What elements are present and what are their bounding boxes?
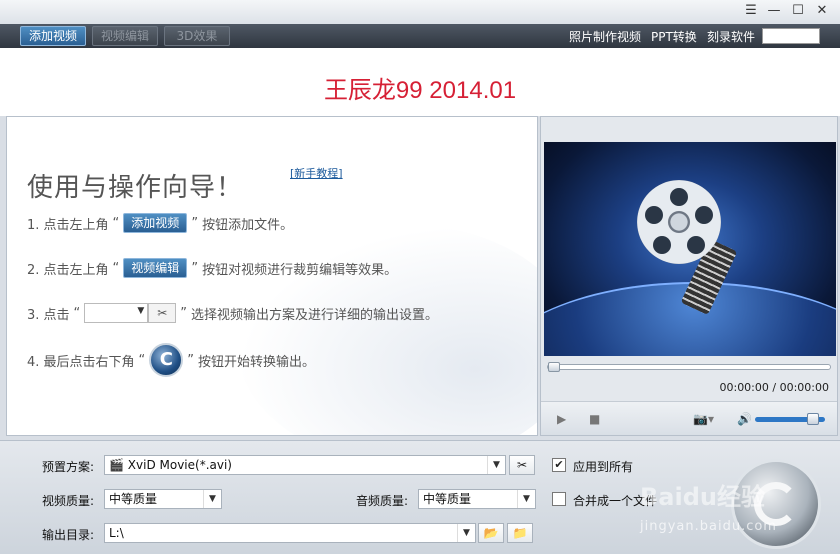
playback-controls: ▶ ■ 📷▾ 🔊: [541, 401, 837, 435]
close-icon[interactable]: ✕: [811, 2, 833, 20]
step-3-preset-dropdown[interactable]: ▼: [84, 303, 149, 323]
title-bar: ☰ — ☐ ✕: [0, 0, 840, 24]
film-reel-icon: [637, 180, 721, 264]
audio-quality-value: 中等质量: [423, 492, 472, 506]
add-video-button[interactable]: 添加视频: [20, 26, 86, 46]
burn-software-link[interactable]: 刻录软件: [707, 28, 755, 45]
photo-video-link[interactable]: 照片制作视频: [569, 28, 641, 45]
edit-video-button[interactable]: 视频编辑: [92, 26, 158, 46]
preview-panel: 00:00:00 / 00:00:00 ▶ ■ 📷▾ 🔊: [540, 116, 838, 436]
toolbar: 添加视频 视频编辑 3D效果 照片制作视频 PPT转换 刻录软件: [0, 24, 840, 48]
video-quality-label: 视频质量:: [42, 494, 95, 508]
video-quality-value: 中等质量: [109, 492, 158, 506]
preset-icon: 🎬: [109, 458, 124, 472]
play-icon[interactable]: ▶: [557, 412, 566, 426]
maximize-icon[interactable]: ☐: [787, 2, 809, 20]
step-4-text: 4. 最后点击右下角: [27, 354, 135, 370]
menu-icon[interactable]: ☰: [740, 2, 762, 20]
chevron-down-icon: ▼: [517, 490, 535, 508]
volume-icon[interactable]: 🔊: [737, 412, 752, 426]
step-2-edit-video-button[interactable]: 视频编辑: [123, 258, 188, 278]
output-dir-input[interactable]: L:\ ▼: [104, 523, 476, 543]
convert-icon[interactable]: C: [149, 343, 184, 377]
chevron-down-icon: ▼: [487, 456, 505, 474]
seek-handle[interactable]: [548, 362, 560, 372]
stop-icon[interactable]: ■: [589, 412, 600, 426]
chevron-down-icon: ▼: [457, 524, 475, 542]
audio-quality-label: 音频质量:: [356, 494, 409, 508]
step-1-desc: 按钮添加文件。: [202, 217, 294, 233]
banner: 王辰龙99 2014.01: [0, 48, 840, 116]
preset-settings-icon[interactable]: ✂: [509, 455, 535, 475]
preset-value: XviD Movie(*.avi): [127, 458, 232, 472]
apply-all-label: 应用到所有: [573, 460, 634, 474]
ppt-convert-link[interactable]: PPT转换: [651, 28, 697, 45]
preset-label: 预置方案:: [42, 460, 95, 474]
tutorial-link[interactable]: [新手教程]: [290, 165, 343, 181]
open-folder-icon[interactable]: 📁: [507, 523, 533, 543]
merge-checkbox[interactable]: [552, 492, 566, 506]
banner-title: 王辰龙99 2014.01: [323, 77, 517, 104]
toolbar-search-box[interactable]: [762, 28, 820, 44]
step-4-desc: 按钮开始转换输出。: [198, 354, 316, 370]
settings-tool-icon[interactable]: ✂: [148, 303, 177, 323]
preset-select[interactable]: 🎬 XviD Movie(*.avi) ▼: [104, 455, 506, 475]
output-dir-value: L:\: [109, 526, 124, 540]
3d-effect-button[interactable]: 3D效果: [164, 26, 230, 46]
chevron-down-icon: ▼: [203, 490, 221, 508]
time-display: 00:00:00 / 00:00:00: [719, 381, 829, 394]
guide-step-1: 1. 点击左上角 “添加视频” 按钮添加文件。: [27, 213, 293, 233]
volume-handle[interactable]: [807, 413, 820, 425]
video-preview: [544, 142, 836, 356]
minimize-icon[interactable]: —: [763, 2, 785, 20]
camera-icon[interactable]: 📷▾: [693, 412, 714, 426]
chevron-down-icon: ▼: [137, 306, 145, 316]
apply-all-checkbox[interactable]: ✔: [552, 458, 566, 472]
step-2-desc: 按钮对视频进行裁剪编辑等效果。: [202, 262, 398, 278]
step-3-text: 3. 点击: [27, 307, 70, 323]
output-settings-panel: 预置方案: 🎬 XviD Movie(*.avi) ▼ ✂ ✔ 应用到所有 视频…: [0, 440, 840, 554]
audio-quality-select[interactable]: 中等质量 ▼: [418, 489, 536, 509]
guide-step-2: 2. 点击左上角 “视频编辑” 按钮对视频进行裁剪编辑等效果。: [27, 258, 397, 278]
guide-step-4: 4. 最后点击右下角 “C” 按钮开始转换输出。: [27, 343, 315, 377]
guide-panel: 使用与操作向导！ [新手教程] 1. 点击左上角 “添加视频” 按钮添加文件。 2.…: [6, 116, 538, 436]
volume-slider[interactable]: [755, 413, 825, 425]
watermark-url: jingyan.baidu.com: [640, 519, 777, 534]
video-quality-select[interactable]: 中等质量 ▼: [104, 489, 222, 509]
guide-title: 使用与操作向导！: [27, 173, 244, 203]
watermark-brand: Baidu经验: [640, 483, 765, 511]
seek-bar[interactable]: [547, 362, 831, 372]
output-dir-label: 输出目录:: [42, 528, 95, 542]
step-1-text: 1. 点击左上角: [27, 217, 109, 233]
browse-folder-icon[interactable]: 📂: [478, 523, 504, 543]
guide-step-3: 3. 点击 “▼ ✂” 选择视频输出方案及进行详细的输出设置。: [27, 303, 438, 323]
guide-background-swoosh: [237, 225, 537, 435]
step-3-desc: 选择视频输出方案及进行详细的输出设置。: [191, 307, 439, 323]
step-1-add-video-button[interactable]: 添加视频: [123, 213, 188, 233]
step-2-text: 2. 点击左上角: [27, 262, 109, 278]
